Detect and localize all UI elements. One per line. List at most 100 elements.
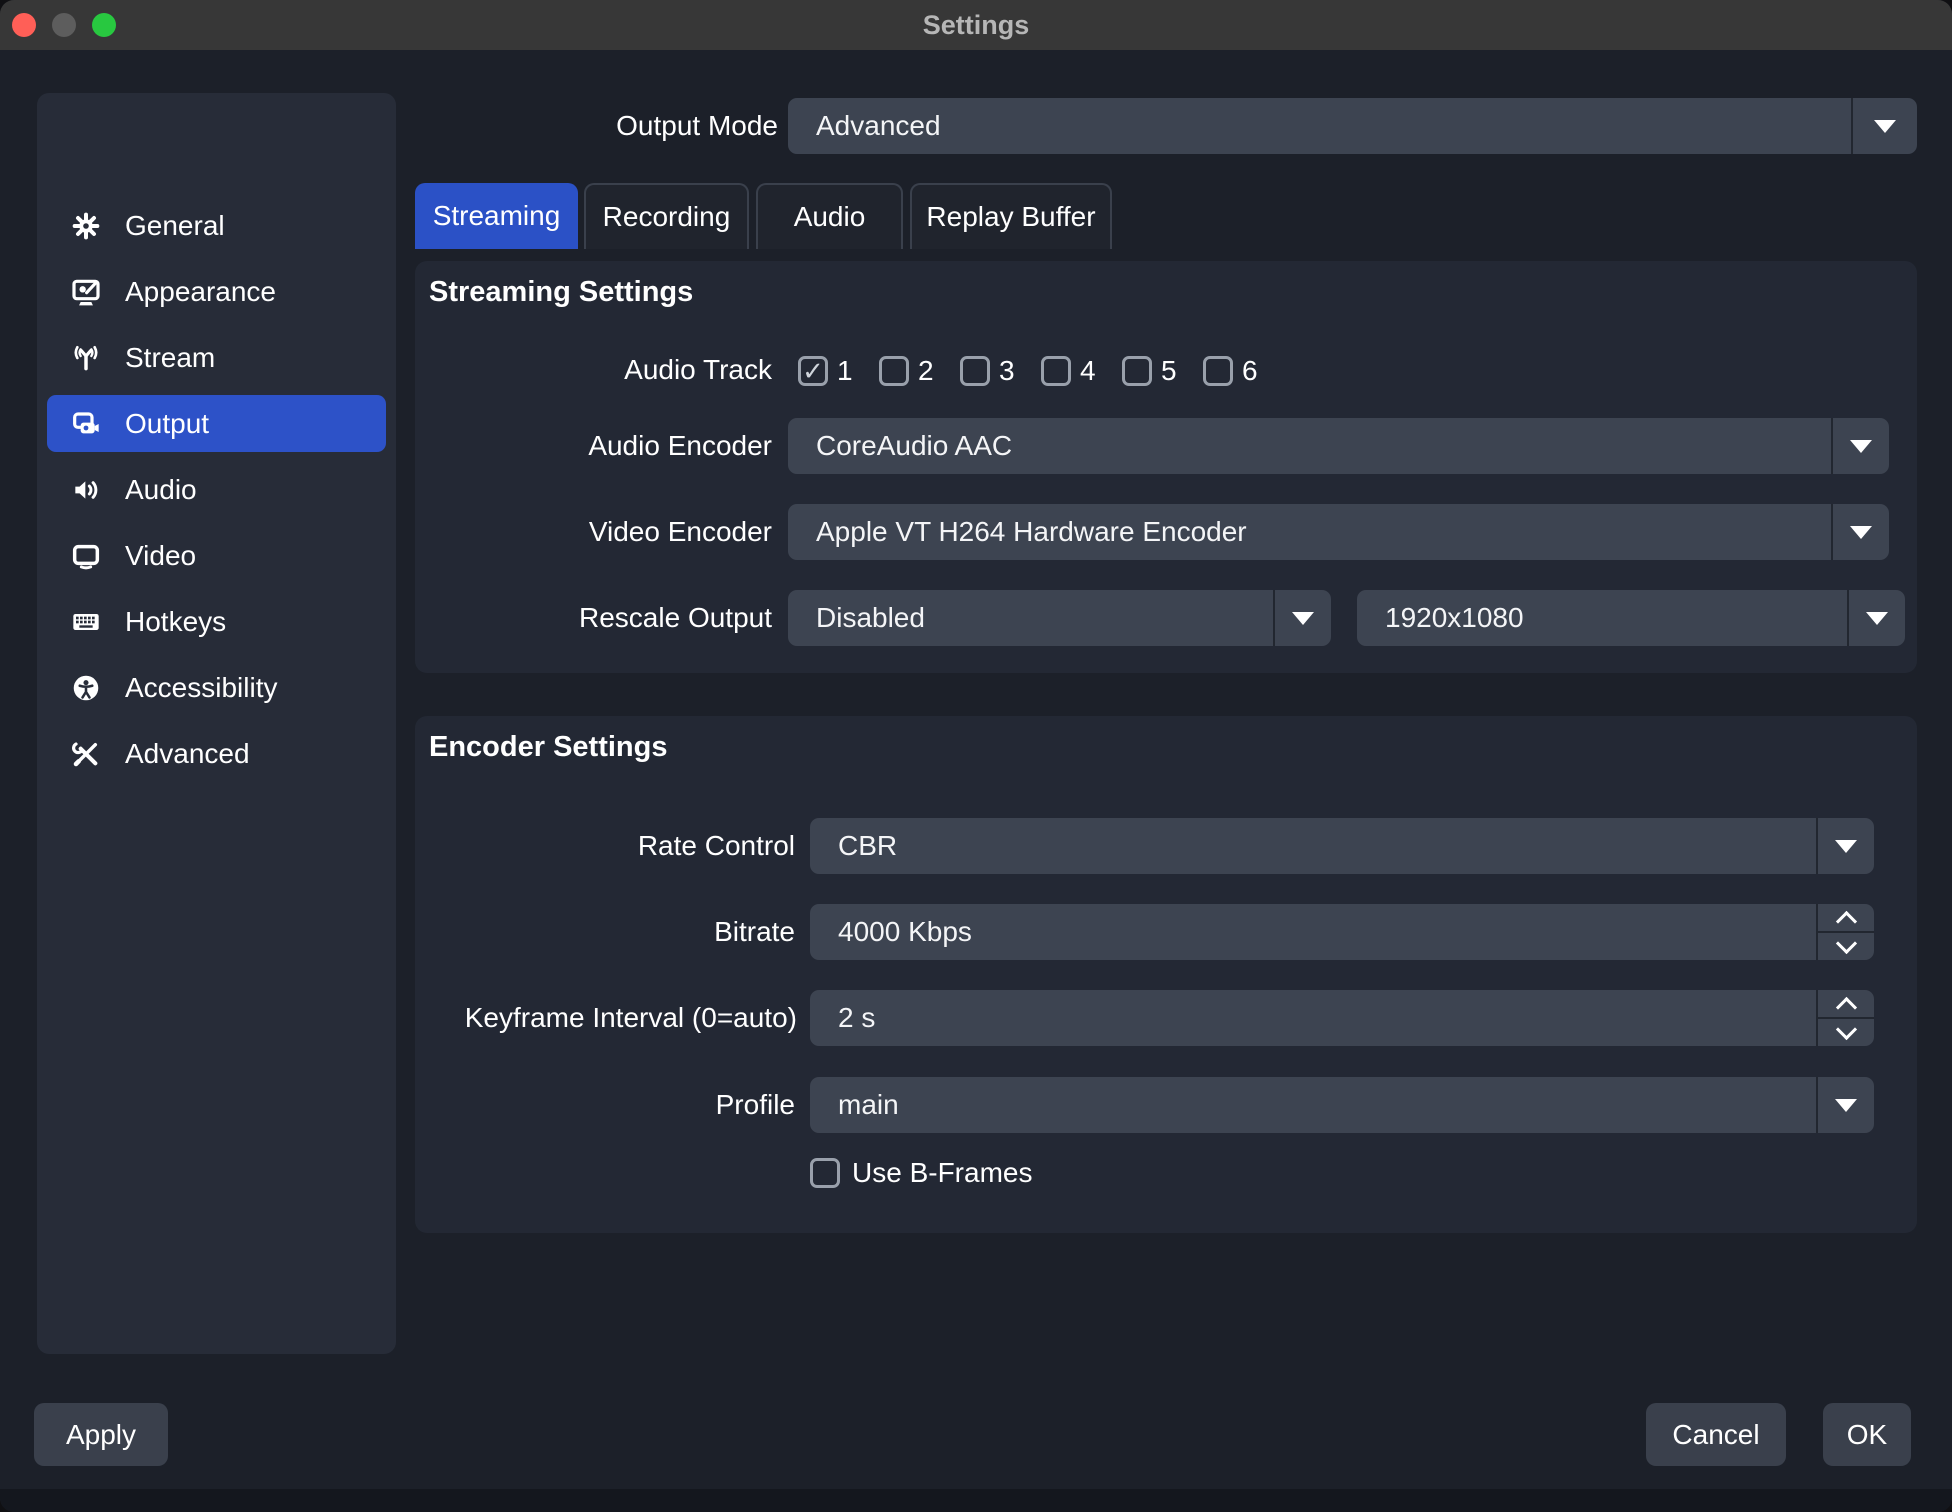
keyframe-interval-input[interactable]: 2 s <box>810 990 1874 1046</box>
selected-value: Apple VT H264 Hardware Encoder <box>816 516 1247 548</box>
rate-control-select[interactable]: CBR <box>810 818 1874 874</box>
sidebar-item-appearance[interactable]: Appearance <box>47 263 386 320</box>
bitrate-label: Bitrate <box>495 904 795 960</box>
checkbox-unchecked[interactable] <box>1122 356 1152 386</box>
checkbox-unchecked[interactable] <box>960 356 990 386</box>
checkbox-unchecked[interactable] <box>1041 356 1071 386</box>
audio-track-5[interactable]: 5 <box>1122 355 1177 387</box>
titlebar[interactable]: Settings <box>0 0 1952 50</box>
profile-label: Profile <box>495 1077 795 1133</box>
checkbox-unchecked[interactable] <box>1203 356 1233 386</box>
bitrate-stepper[interactable] <box>1816 904 1874 960</box>
window-title: Settings <box>0 0 1952 50</box>
audio-encoder-select[interactable]: CoreAudio AAC <box>788 418 1889 474</box>
field-value: 4000 Kbps <box>838 916 972 948</box>
sidebar-item-label: Stream <box>125 342 215 374</box>
sidebar-item-output[interactable]: Output <box>47 395 386 452</box>
track-number: 5 <box>1161 355 1177 387</box>
sidebar-item-label: General <box>125 210 225 242</box>
use-b-frames-label: Use B-Frames <box>852 1157 1032 1189</box>
broadcast-antenna-icon <box>67 339 105 377</box>
keyframe-interval-label: Keyframe Interval (0=auto) <box>397 990 797 1046</box>
settings-window: Settings General Appearance Stream Outp <box>0 0 1952 1512</box>
rate-control-label: Rate Control <box>495 818 795 874</box>
checkbox-checked[interactable] <box>798 356 828 386</box>
sidebar-item-advanced[interactable]: Advanced <box>47 725 386 782</box>
audio-track-6[interactable]: 6 <box>1203 355 1258 387</box>
tab-label: Audio <box>794 201 866 233</box>
audio-track-2[interactable]: 2 <box>879 355 934 387</box>
track-number: 3 <box>999 355 1015 387</box>
tab-streaming[interactable]: Streaming <box>415 183 578 249</box>
gear-icon <box>67 207 105 245</box>
sidebar-item-stream[interactable]: Stream <box>47 329 386 386</box>
output-mode-label: Output Mode <box>478 98 778 154</box>
streaming-settings-title: Streaming Settings <box>429 276 693 309</box>
cancel-button[interactable]: Cancel <box>1646 1403 1786 1466</box>
sidebar-item-hotkeys[interactable]: Hotkeys <box>47 593 386 650</box>
video-encoder-label: Video Encoder <box>472 504 772 560</box>
display-edit-icon <box>67 273 105 311</box>
monitor-icon <box>67 537 105 575</box>
chevron-down-icon <box>1847 590 1905 646</box>
sidebar-item-audio[interactable]: Audio <box>47 461 386 518</box>
selected-value: CBR <box>838 830 897 862</box>
checkbox-unchecked[interactable] <box>810 1158 840 1188</box>
audio-track-3[interactable]: 3 <box>960 355 1015 387</box>
sidebar-item-label: Accessibility <box>125 672 277 704</box>
selected-value: Disabled <box>816 602 925 634</box>
tab-recording[interactable]: Recording <box>584 183 749 249</box>
sidebar: General Appearance Stream Output Audio <box>37 93 396 1354</box>
chevron-up-icon[interactable] <box>1818 990 1874 1017</box>
screen-record-icon <box>67 405 105 443</box>
ok-button[interactable]: OK <box>1823 1403 1911 1466</box>
audio-encoder-label: Audio Encoder <box>472 418 772 474</box>
keyboard-icon <box>67 603 105 641</box>
track-number: 6 <box>1242 355 1258 387</box>
audio-track-label: Audio Track <box>472 342 772 398</box>
sidebar-item-label: Advanced <box>125 738 250 770</box>
chevron-down-icon[interactable] <box>1818 1017 1874 1046</box>
field-value: 2 s <box>838 1002 875 1034</box>
encoder-settings-group <box>415 716 1917 1233</box>
bitrate-input[interactable]: 4000 Kbps <box>810 904 1874 960</box>
chevron-up-icon[interactable] <box>1818 904 1874 931</box>
encoder-settings-title: Encoder Settings <box>429 731 668 764</box>
selected-value: CoreAudio AAC <box>816 430 1012 462</box>
profile-select[interactable]: main <box>810 1077 1874 1133</box>
chevron-down-icon <box>1816 818 1874 874</box>
selected-value: main <box>838 1089 899 1121</box>
window-bottom-edge <box>0 1489 1952 1512</box>
selected-value: 1920x1080 <box>1385 602 1524 634</box>
tab-replay-buffer[interactable]: Replay Buffer <box>910 183 1112 249</box>
video-encoder-select[interactable]: Apple VT H264 Hardware Encoder <box>788 504 1889 560</box>
sidebar-item-label: Appearance <box>125 276 276 308</box>
sidebar-item-video[interactable]: Video <box>47 527 386 584</box>
sidebar-item-label: Video <box>125 540 196 572</box>
tab-audio[interactable]: Audio <box>756 183 903 249</box>
chevron-down-icon[interactable] <box>1818 931 1874 960</box>
sidebar-item-accessibility[interactable]: Accessibility <box>47 659 386 716</box>
keyframe-stepper[interactable] <box>1816 990 1874 1046</box>
track-number: 4 <box>1080 355 1096 387</box>
track-number: 1 <box>837 355 853 387</box>
use-b-frames-option[interactable]: Use B-Frames <box>810 1157 1032 1189</box>
chevron-down-icon <box>1831 504 1889 560</box>
chevron-down-icon <box>1816 1077 1874 1133</box>
rescale-output-select[interactable]: Disabled <box>788 590 1331 646</box>
sidebar-item-label: Output <box>125 408 209 440</box>
tab-label: Recording <box>603 201 731 233</box>
audio-track-4[interactable]: 4 <box>1041 355 1096 387</box>
apply-button[interactable]: Apply <box>34 1403 168 1466</box>
audio-track-1[interactable]: 1 <box>798 355 853 387</box>
checkbox-unchecked[interactable] <box>879 356 909 386</box>
output-mode-select[interactable]: Advanced <box>788 98 1917 154</box>
chevron-down-icon <box>1273 590 1331 646</box>
accessibility-icon <box>67 669 105 707</box>
sidebar-item-label: Audio <box>125 474 197 506</box>
chevron-down-icon <box>1831 418 1889 474</box>
selected-value: Advanced <box>816 110 941 142</box>
sidebar-item-general[interactable]: General <box>47 197 386 254</box>
rescale-resolution-select[interactable]: 1920x1080 <box>1357 590 1905 646</box>
tab-label: Replay Buffer <box>926 201 1095 233</box>
